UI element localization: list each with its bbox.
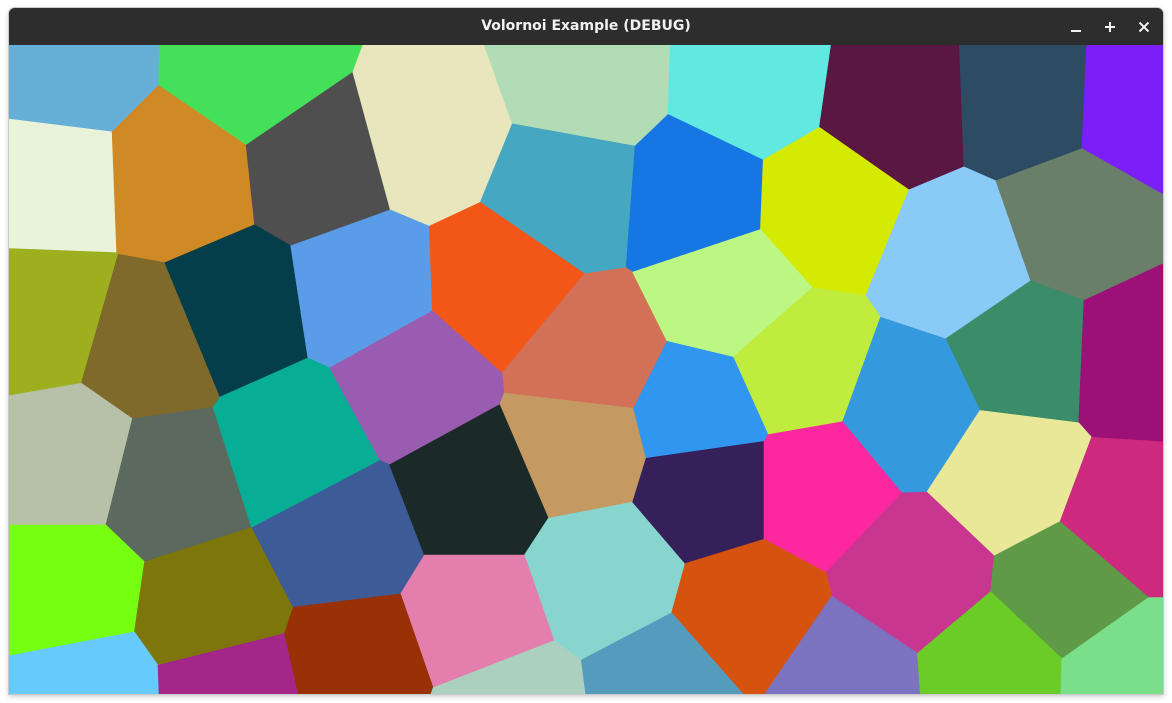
app-window: Volornoi Example (DEBUG) (9, 8, 1163, 694)
maximize-button[interactable] (1097, 14, 1123, 40)
voronoi-diagram (9, 45, 1163, 694)
minimize-button[interactable] (1063, 14, 1089, 40)
title-bar[interactable]: Volornoi Example (DEBUG) (9, 8, 1163, 45)
maximize-icon (1105, 22, 1115, 32)
window-title: Volornoi Example (DEBUG) (481, 18, 691, 34)
close-icon (1138, 21, 1150, 33)
close-button[interactable] (1131, 14, 1157, 40)
voronoi-cell (9, 118, 118, 254)
minimize-icon (1071, 30, 1081, 32)
voronoi-canvas[interactable] (9, 45, 1163, 694)
